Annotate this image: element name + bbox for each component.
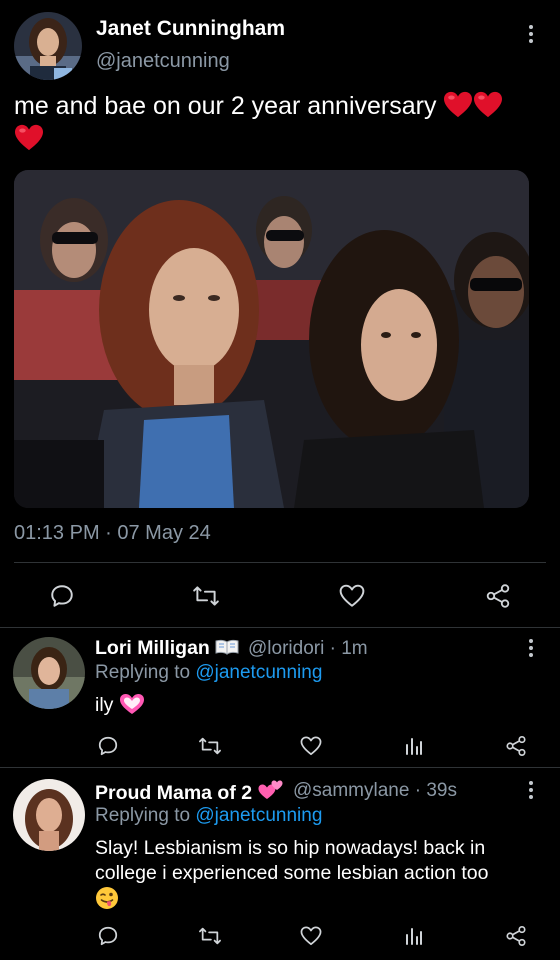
heart-outline-icon — [300, 736, 322, 756]
share-icon — [506, 926, 526, 946]
replying-to-label: Replying to — [95, 662, 196, 683]
replying-to: Replying to @janetcunning — [95, 662, 322, 684]
tweet-more-menu[interactable] — [521, 20, 541, 48]
comment-icon — [98, 736, 118, 756]
reply-text-content: ily — [95, 694, 114, 716]
reply-author-name-text: Proud Mama of 2 — [95, 782, 253, 804]
replying-to-mention[interactable]: @janetcunning — [195, 805, 322, 826]
red-heart-icon — [14, 124, 44, 152]
reply-2-share-button[interactable] — [502, 922, 530, 950]
reply-author-name[interactable]: Lori Milligan — [95, 637, 239, 660]
reply-button[interactable] — [46, 580, 78, 612]
reply-author-name-text: Lori Milligan — [95, 637, 210, 659]
two-hearts-icon — [258, 780, 283, 799]
reply-handle-time[interactable]: @loridori · 1m — [248, 638, 368, 660]
replying-to: Replying to @janetcunning — [95, 805, 322, 827]
reply-more-menu[interactable] — [521, 634, 541, 662]
comment-icon — [51, 585, 73, 607]
replying-to-label: Replying to — [95, 805, 196, 826]
divider — [0, 627, 560, 628]
reply-2-retweet-button[interactable] — [196, 922, 224, 950]
reply-avatar[interactable] — [13, 637, 85, 709]
tweet-text-content: me and bae on our 2 year anniversary — [14, 92, 437, 120]
heart-outline-icon — [339, 584, 365, 607]
bar-chart-icon — [406, 928, 422, 945]
winking-tongue-face-icon — [96, 887, 118, 909]
reply-1-like-button[interactable] — [297, 732, 325, 760]
reply-author-name[interactable]: Proud Mama of 2 — [95, 779, 284, 805]
reply-more-menu[interactable] — [521, 776, 541, 804]
tweet-photo[interactable] — [14, 170, 529, 508]
heart-outline-icon — [300, 926, 322, 946]
bar-chart-icon — [406, 738, 422, 755]
reply-1-retweet-button[interactable] — [196, 732, 224, 760]
author-handle[interactable]: @janetcunning — [96, 50, 230, 73]
divider — [0, 767, 560, 768]
replying-to-mention[interactable]: @janetcunning — [195, 662, 322, 683]
reply-2-like-button[interactable] — [297, 922, 325, 950]
reply-text: ily — [95, 693, 535, 718]
divider — [14, 562, 546, 563]
reply-1-reply-button[interactable] — [94, 732, 122, 760]
reply-1-share-button[interactable] — [502, 732, 530, 760]
tweet-timestamp[interactable]: 01:13 PM · 07 May 24 — [14, 522, 211, 545]
reply-2-views-button[interactable] — [400, 922, 428, 950]
retweet-icon — [193, 586, 219, 606]
reply-text: Slay! Lesbianism is so hip nowadays! bac… — [95, 836, 535, 913]
sparkling-heart-icon — [119, 694, 144, 714]
comment-icon — [98, 926, 118, 946]
retweet-icon — [199, 737, 221, 755]
reply-avatar[interactable] — [13, 779, 85, 851]
reply-text-content: Slay! Lesbianism is so hip nowadays! bac… — [95, 837, 489, 884]
author-name[interactable]: Janet Cunningham — [96, 17, 285, 41]
red-heart-icon — [443, 91, 473, 119]
like-button[interactable] — [336, 580, 368, 612]
red-heart-icon — [473, 91, 503, 119]
share-icon — [486, 584, 510, 608]
share-icon — [506, 736, 526, 756]
retweet-icon — [199, 927, 221, 945]
open-book-icon — [215, 639, 239, 655]
share-button[interactable] — [482, 580, 514, 612]
reply-1-views-button[interactable] — [400, 732, 428, 760]
reply-handle-time[interactable]: @sammylane · 39s — [293, 780, 457, 802]
retweet-button[interactable] — [190, 580, 222, 612]
author-avatar[interactable] — [14, 12, 82, 80]
reply-2-reply-button[interactable] — [94, 922, 122, 950]
tweet-text: me and bae on our 2 year anniversary — [14, 90, 534, 156]
